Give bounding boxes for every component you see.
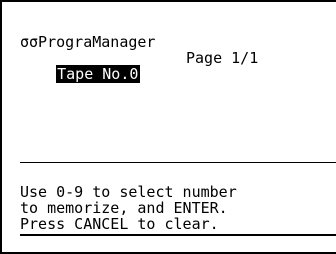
tape-number-selected[interactable]: Tape No.0 [56,65,141,83]
help-text-line-2: to memorize, and ENTER. [20,199,228,217]
help-text-line-3: Press CANCEL to clear. [20,215,219,233]
help-text-line-1: Use 0-9 to select number [20,183,237,201]
bottom-border [20,234,336,236]
screen-frame: σσPrograManager Tape No.0 Page 1/1 Use 0… [0,0,336,254]
tape-row: Tape No.0 Page 1/1 [20,50,258,114]
divider [20,162,336,163]
page-indicator: Page 1/1 [186,49,259,67]
screen-title: σσPrograManager [20,33,156,51]
